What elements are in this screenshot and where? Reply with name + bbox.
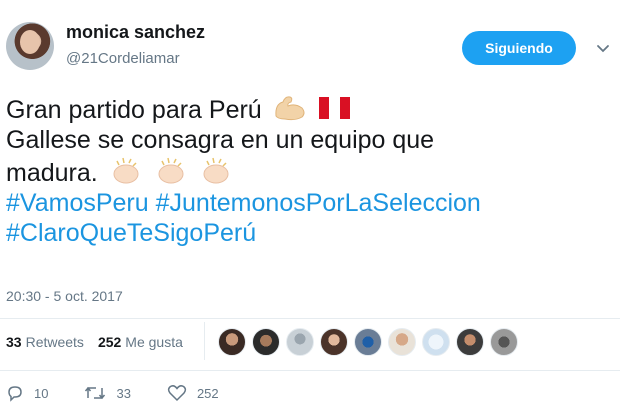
liker-avatar[interactable] bbox=[218, 328, 246, 356]
reply-icon bbox=[8, 386, 22, 402]
liker-avatar[interactable] bbox=[286, 328, 314, 356]
likers-avatars bbox=[218, 328, 524, 356]
display-name[interactable]: monica sanchez bbox=[66, 22, 205, 43]
liker-avatar[interactable] bbox=[456, 328, 484, 356]
retweet-count: 33 bbox=[116, 385, 131, 401]
reply-count: 10 bbox=[34, 385, 49, 401]
hashtag-link[interactable]: #VamosPeru bbox=[6, 189, 149, 217]
hashtag-link[interactable]: #JuntemonosPorLaSeleccion bbox=[156, 189, 481, 217]
tweet-stats: 33 Retweets 252 Me gusta bbox=[6, 334, 197, 350]
retweets-count: 33 bbox=[6, 334, 22, 350]
retweet-button[interactable]: 33 bbox=[84, 384, 131, 402]
clapping-hands-emoji bbox=[203, 157, 229, 184]
peru-flag-emoji bbox=[318, 97, 350, 119]
flexed-biceps-emoji bbox=[275, 96, 305, 121]
reply-button[interactable]: 10 bbox=[6, 384, 48, 402]
liker-avatar[interactable] bbox=[354, 328, 382, 356]
hashtag-link[interactable]: #ClaroQueTeSigoPerú bbox=[6, 219, 256, 247]
clapping-hands-emoji bbox=[158, 157, 184, 184]
likes-label: Me gusta bbox=[125, 334, 183, 350]
tweet-timestamp[interactable]: 20:30 - 5 oct. 2017 bbox=[6, 288, 123, 304]
heart-icon bbox=[167, 385, 187, 402]
divider bbox=[0, 318, 620, 319]
stats-separator bbox=[204, 322, 205, 360]
liker-avatar[interactable] bbox=[490, 328, 518, 356]
tweet-line-1: Gran partido para Perú bbox=[6, 96, 262, 124]
avatar[interactable] bbox=[6, 22, 54, 70]
likes-count: 252 bbox=[97, 334, 122, 350]
tweet-actions: 10 33 252 bbox=[6, 384, 255, 402]
liker-avatar[interactable] bbox=[320, 328, 348, 356]
tweet-text: Gran partido para Perú Gallese se consag… bbox=[6, 94, 606, 248]
divider bbox=[0, 370, 620, 371]
retweet-icon bbox=[85, 386, 106, 400]
clapping-hands-emoji bbox=[113, 157, 139, 184]
like-count: 252 bbox=[196, 385, 219, 401]
retweets-stat[interactable]: 33 Retweets bbox=[6, 334, 84, 350]
user-handle[interactable]: @21Cordeliamar bbox=[66, 50, 180, 67]
tweet-line-3: madura. bbox=[6, 159, 98, 187]
retweets-label: Retweets bbox=[25, 334, 84, 350]
likes-stat[interactable]: 252 Me gusta bbox=[98, 334, 183, 350]
chevron-down-icon[interactable] bbox=[595, 40, 611, 56]
liker-avatar[interactable] bbox=[422, 328, 450, 356]
liker-avatar[interactable] bbox=[388, 328, 416, 356]
like-button[interactable]: 252 bbox=[167, 384, 219, 402]
liker-avatar[interactable] bbox=[252, 328, 280, 356]
following-button[interactable]: Siguiendo bbox=[462, 31, 576, 65]
tweet-line-2: Gallese se consagra en un equipo que bbox=[6, 126, 435, 154]
